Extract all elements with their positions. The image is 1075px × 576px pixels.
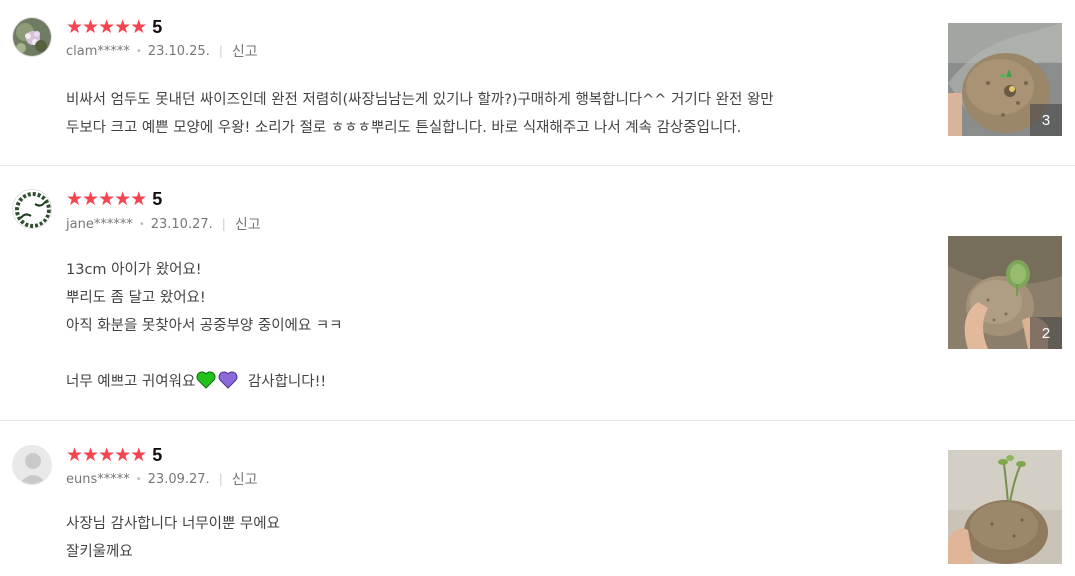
star-icon: ★ [66, 444, 83, 466]
meta-divider: | [218, 44, 223, 58]
review-line: 너무 예쁘고 귀여워요 감사합니다!! [66, 368, 343, 396]
star-icon: ★ [114, 444, 131, 466]
avatar[interactable] [12, 189, 52, 229]
meta-divider: | [218, 472, 223, 486]
report-button[interactable]: 신고 [232, 41, 258, 61]
review-line: 아직 화분을 못찾아서 공중부양 중이에요 ㅋㅋ [66, 318, 343, 334]
review-line: 두보다 크고 예쁜 모양에 우왕! 소리가 절로 ㅎㅎㅎ뿌리도 튼실합니다. 바… [66, 120, 742, 136]
review-photo[interactable]: 2 [948, 236, 1062, 349]
review-date: 23.10.25. [147, 43, 210, 59]
photo-count-badge: 2 [1030, 317, 1062, 349]
review-text: 비싸서 엄두도 못내던 싸이즈인데 완전 저렴히(싸장님남는게 있기나 할까?)… [66, 86, 774, 142]
report-button[interactable]: 신고 [235, 214, 261, 234]
caudex-plant-photo [948, 450, 1062, 564]
rating-stars: ★ ★ ★ ★ ★ 5 [66, 444, 163, 466]
star-icon: ★ [66, 188, 83, 210]
star-icon: ★ [98, 16, 115, 38]
star-icon: ★ [82, 444, 99, 466]
meta-separator: • [135, 473, 142, 485]
review-meta: euns***** • 23.09.27. | 신고 [66, 469, 258, 489]
star-icon: ★ [130, 444, 147, 466]
report-button[interactable]: 신고 [232, 469, 258, 489]
review-line: 사장님 감사합니다 너무이뿐 무에요 [66, 516, 280, 532]
review-line: 잘키울께요 [66, 544, 133, 560]
review-line: 비싸서 엄두도 못내던 싸이즈인데 완전 저렴히(싸장님남는게 있기나 할까?)… [66, 92, 774, 108]
review-photo[interactable]: 3 [948, 23, 1062, 136]
star-icon: ★ [130, 16, 147, 38]
review-item: ★ ★ ★ ★ ★ 5 clam***** • 23.10.25. | 신고 비… [0, 0, 1075, 166]
meta-separator: • [138, 218, 145, 230]
review-date: 23.09.27. [147, 471, 210, 487]
review-line: 뿌리도 좀 달고 왔어요! [66, 290, 206, 306]
star-icon: ★ [98, 188, 115, 210]
rating-score: 5 [152, 444, 163, 465]
star-icon: ★ [98, 444, 115, 466]
review-line: 13cm 아이가 왔어요! [66, 262, 202, 278]
star-icon: ★ [114, 188, 131, 210]
review-item: ★ ★ ★ ★ ★ 5 jane****** • 23.10.27. | 신고 … [0, 166, 1075, 421]
rating-stars: ★ ★ ★ ★ ★ 5 [66, 188, 163, 210]
star-icon: ★ [82, 188, 99, 210]
review-line-text: 감사합니다!! [247, 374, 327, 390]
rating-score: 5 [152, 16, 163, 37]
review-line-blank [66, 340, 343, 368]
rating-stars: ★ ★ ★ ★ ★ 5 [66, 16, 163, 38]
avatar[interactable] [12, 17, 52, 57]
star-icon: ★ [114, 16, 131, 38]
review-photo[interactable] [948, 450, 1062, 564]
flower-avatar-icon [13, 18, 51, 56]
star-icon: ★ [82, 16, 99, 38]
reviewer-name: clam***** [66, 43, 130, 59]
avatar[interactable] [12, 445, 52, 485]
meta-separator: • [135, 45, 142, 57]
star-icon: ★ [66, 16, 83, 38]
reviewer-name: euns***** [66, 471, 130, 487]
review-text: 13cm 아이가 왔어요! 뿌리도 좀 달고 왔어요! 아직 화분을 못찾아서 … [66, 256, 343, 396]
default-user-avatar-icon [13, 446, 51, 484]
review-line-text: 너무 예쁘고 귀여워요 [66, 374, 196, 390]
review-meta: clam***** • 23.10.25. | 신고 [66, 41, 258, 61]
review-meta: jane****** • 23.10.27. | 신고 [66, 214, 261, 234]
wreath-logo-avatar-icon [13, 190, 51, 228]
rating-score: 5 [152, 188, 163, 209]
reviewer-name: jane****** [66, 216, 133, 232]
meta-divider: | [221, 217, 226, 231]
review-text: 사장님 감사합니다 너무이뿐 무에요 잘키울께요 [66, 510, 280, 566]
green-heart-icon [196, 371, 216, 389]
purple-heart-icon [218, 371, 238, 389]
star-icon: ★ [130, 188, 147, 210]
photo-count-badge: 3 [1030, 104, 1062, 136]
review-date: 23.10.27. [150, 216, 213, 232]
review-item: ★ ★ ★ ★ ★ 5 euns***** • 23.09.27. | 신고 사… [0, 421, 1075, 576]
